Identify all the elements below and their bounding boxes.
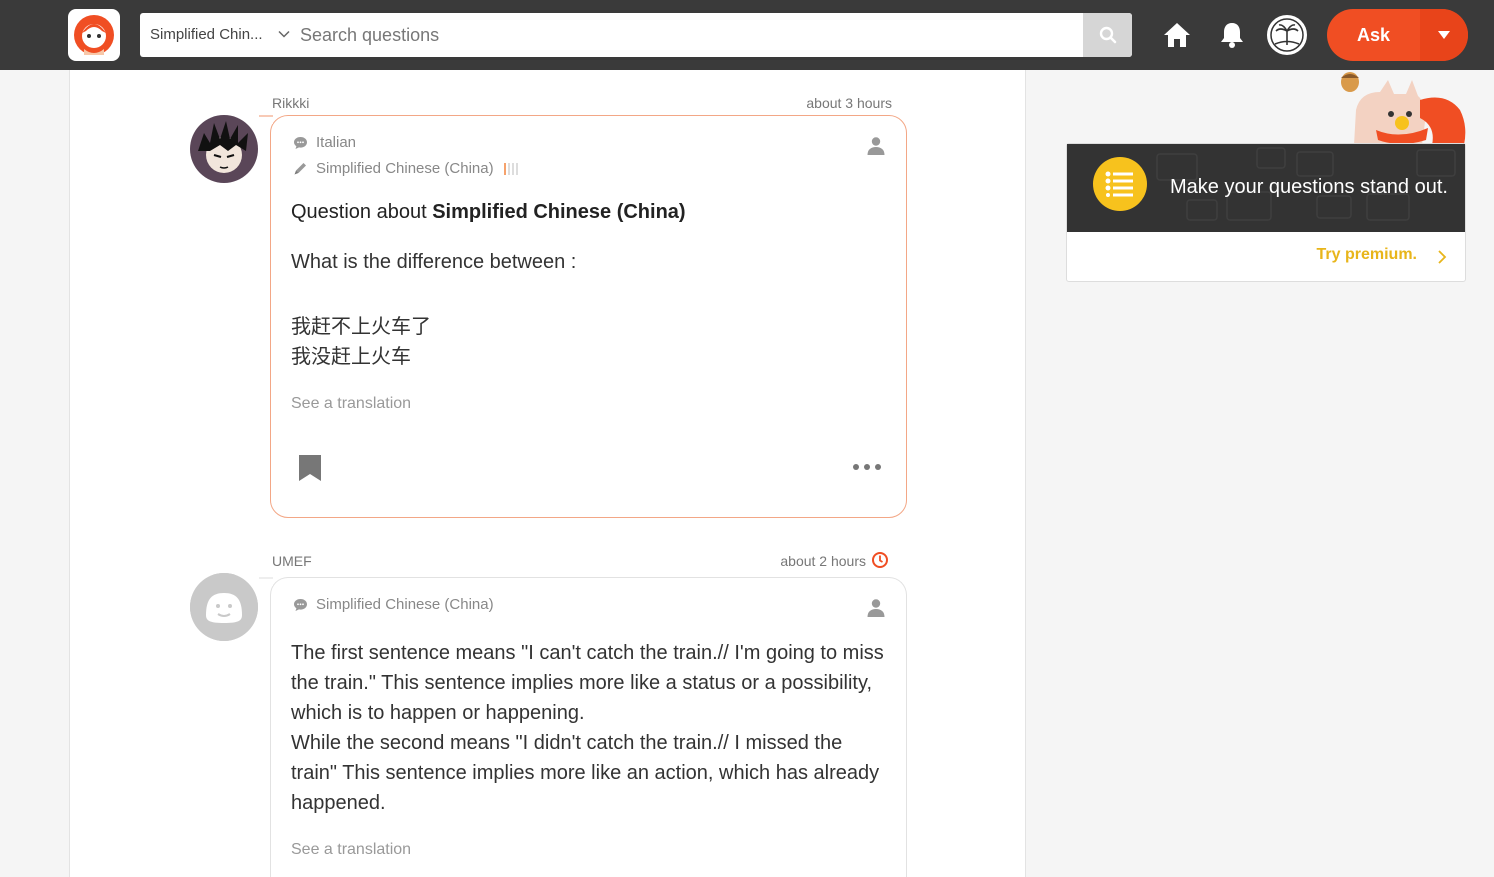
logo-icon[interactable] bbox=[68, 9, 120, 61]
language-selector[interactable]: Simplified Chin... bbox=[140, 13, 298, 57]
search-icon bbox=[1099, 26, 1116, 44]
language-selector-label: Simplified Chin... bbox=[150, 26, 263, 43]
more-dots-icon[interactable] bbox=[852, 461, 882, 473]
chevron-right-icon bbox=[1438, 250, 1447, 264]
question-title-prefix: Question about bbox=[291, 201, 433, 223]
pencil-icon bbox=[294, 163, 306, 175]
notifications-button[interactable] bbox=[1212, 15, 1252, 55]
answer-paragraph-2: While the second means "I didn't catch t… bbox=[291, 732, 880, 814]
proficiency-level-bars bbox=[503, 162, 518, 175]
try-premium-link[interactable]: Try premium. bbox=[1317, 246, 1417, 264]
premium-promo-headline: Make your questions stand out. bbox=[1170, 176, 1448, 198]
answer-text: The first sentence means "I can't catch … bbox=[291, 638, 891, 818]
top-navigation-bar: Simplified Chin... Ask bbox=[0, 0, 1494, 70]
home-icon bbox=[1164, 23, 1190, 47]
search-input[interactable] bbox=[300, 13, 1220, 57]
question-time: about 3 hours bbox=[806, 95, 892, 111]
home-button[interactable] bbox=[1157, 15, 1197, 55]
question-title-language[interactable]: Simplified Chinese (China) bbox=[432, 201, 685, 223]
question-title: Question about Simplified Chinese (China… bbox=[291, 201, 686, 224]
answer-paragraph-1: The first sentence means "I can't catch … bbox=[291, 642, 884, 724]
answer-time: about 2 hours bbox=[780, 553, 866, 569]
answer-user-avatar[interactable] bbox=[190, 573, 258, 641]
native-language-line: Italian bbox=[293, 134, 356, 151]
learning-language: Simplified Chinese (China) bbox=[316, 160, 494, 177]
question-sentence-2: 我没赶上火车 bbox=[291, 346, 411, 368]
answer-username[interactable]: UMEF bbox=[272, 553, 312, 569]
ask-dropdown-button[interactable] bbox=[1420, 9, 1468, 61]
user-avatar[interactable] bbox=[1267, 15, 1307, 55]
ask-button-label: Ask bbox=[1356, 25, 1391, 45]
chevron-down-icon bbox=[278, 30, 290, 38]
bubble-tail bbox=[259, 115, 273, 124]
answer-native-language: Simplified Chinese (China) bbox=[316, 596, 494, 613]
speech-bubble-icon bbox=[294, 598, 307, 611]
speech-bubble-icon bbox=[294, 136, 307, 149]
person-icon[interactable] bbox=[866, 598, 886, 618]
ask-button[interactable]: Ask bbox=[1327, 9, 1468, 61]
list-icon bbox=[1093, 157, 1147, 211]
question-sentence-1: 我赶不上火车了 bbox=[291, 316, 431, 338]
answer-native-language-line: Simplified Chinese (China) bbox=[293, 596, 494, 613]
premium-promo-banner: Make your questions stand out. bbox=[1067, 144, 1465, 232]
clock-icon bbox=[872, 552, 888, 568]
question-user-avatar[interactable] bbox=[190, 115, 258, 183]
person-icon[interactable] bbox=[866, 136, 886, 156]
main-content: Rikkki about 3 hours Italian Simplified … bbox=[69, 70, 1026, 877]
question-see-translation-link[interactable]: See a translation bbox=[291, 395, 411, 413]
question-username[interactable]: Rikkki bbox=[272, 95, 309, 111]
bookmark-icon[interactable] bbox=[297, 454, 323, 482]
premium-promo-card[interactable]: Make your questions stand out. Try premi… bbox=[1066, 143, 1466, 282]
bell-icon bbox=[1221, 23, 1243, 48]
answer-card: Simplified Chinese (China) The first sen… bbox=[259, 577, 907, 877]
native-language: Italian bbox=[316, 134, 357, 151]
bubble-tail bbox=[259, 577, 273, 586]
search-button[interactable] bbox=[1083, 13, 1132, 57]
question-intro: What is the difference between : bbox=[291, 251, 577, 273]
search-bar: Simplified Chin... bbox=[140, 13, 1220, 57]
learning-language-line: Simplified Chinese (China) bbox=[293, 160, 518, 177]
mascot-illustration bbox=[1341, 72, 1466, 145]
caret-down-icon bbox=[1438, 31, 1450, 39]
answer-see-translation-link[interactable]: See a translation bbox=[291, 841, 411, 859]
question-card: Italian Simplified Chinese (China) Quest… bbox=[259, 115, 907, 518]
